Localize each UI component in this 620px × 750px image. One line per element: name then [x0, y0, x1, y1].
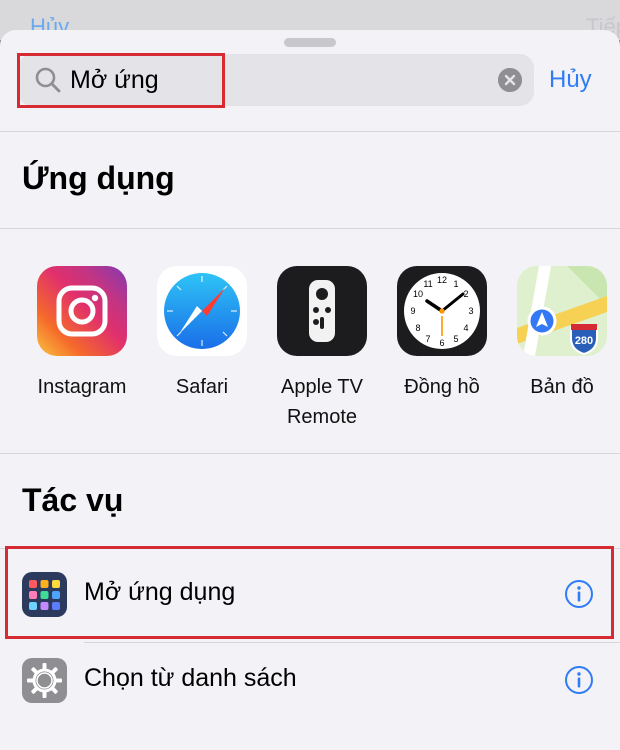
app-label: Bản đồ: [530, 376, 594, 398]
instagram-icon: [37, 266, 127, 356]
svg-text:12: 12: [437, 275, 447, 285]
svg-text:9: 9: [410, 306, 415, 316]
svg-text:7: 7: [425, 334, 430, 344]
action-label: Chọn từ danh sách: [84, 664, 297, 692]
highlight-search-annotation: [17, 53, 225, 108]
app-label: Instagram: [37, 376, 127, 398]
app-instagram[interactable]: Instagram: [30, 266, 134, 402]
clock-icon: 12 1 2 3 4 5 6 7 8 9 10 11: [397, 266, 487, 356]
app-maps[interactable]: 280 Bản đồ: [510, 266, 614, 402]
divider: [0, 131, 620, 132]
divider: [0, 453, 620, 454]
svg-text:1: 1: [453, 279, 458, 289]
svg-text:5: 5: [453, 334, 458, 344]
safari-icon: [157, 266, 247, 356]
svg-text:6: 6: [439, 338, 444, 348]
app-apple-tv-remote[interactable]: Apple TV Remote: [270, 266, 374, 432]
app-label: Đồng hồ: [404, 376, 480, 398]
svg-text:10: 10: [413, 289, 423, 299]
svg-text:8: 8: [415, 323, 420, 333]
gear-icon: [22, 658, 67, 703]
highlight-action-annotation: [5, 546, 614, 639]
app-label: Apple TV Remote: [281, 376, 363, 428]
svg-text:280: 280: [575, 335, 593, 347]
maps-icon: 280: [517, 266, 607, 356]
svg-text:11: 11: [423, 279, 432, 289]
actions-section-title: Tác vụ: [22, 482, 124, 518]
app-clock[interactable]: 12 1 2 3 4 5 6 7 8 9 10 11 Đồng hồ: [390, 266, 494, 402]
app-safari[interactable]: Safari: [150, 266, 254, 402]
action-row-choose-from-list[interactable]: Chọn từ danh sách: [0, 638, 620, 722]
svg-text:3: 3: [468, 306, 473, 316]
apple-tv-remote-icon: [277, 266, 367, 356]
info-icon[interactable]: [564, 665, 594, 695]
svg-text:4: 4: [463, 323, 468, 333]
divider: [0, 228, 620, 229]
search-sheet: Hủy Ứng dụng Instagram: [0, 30, 620, 750]
app-label: Safari: [175, 376, 229, 398]
cancel-button[interactable]: Hủy: [549, 66, 592, 94]
sheet-grabber[interactable]: [284, 38, 336, 47]
apps-section-title: Ứng dụng: [22, 160, 175, 196]
clear-icon[interactable]: [498, 68, 522, 92]
